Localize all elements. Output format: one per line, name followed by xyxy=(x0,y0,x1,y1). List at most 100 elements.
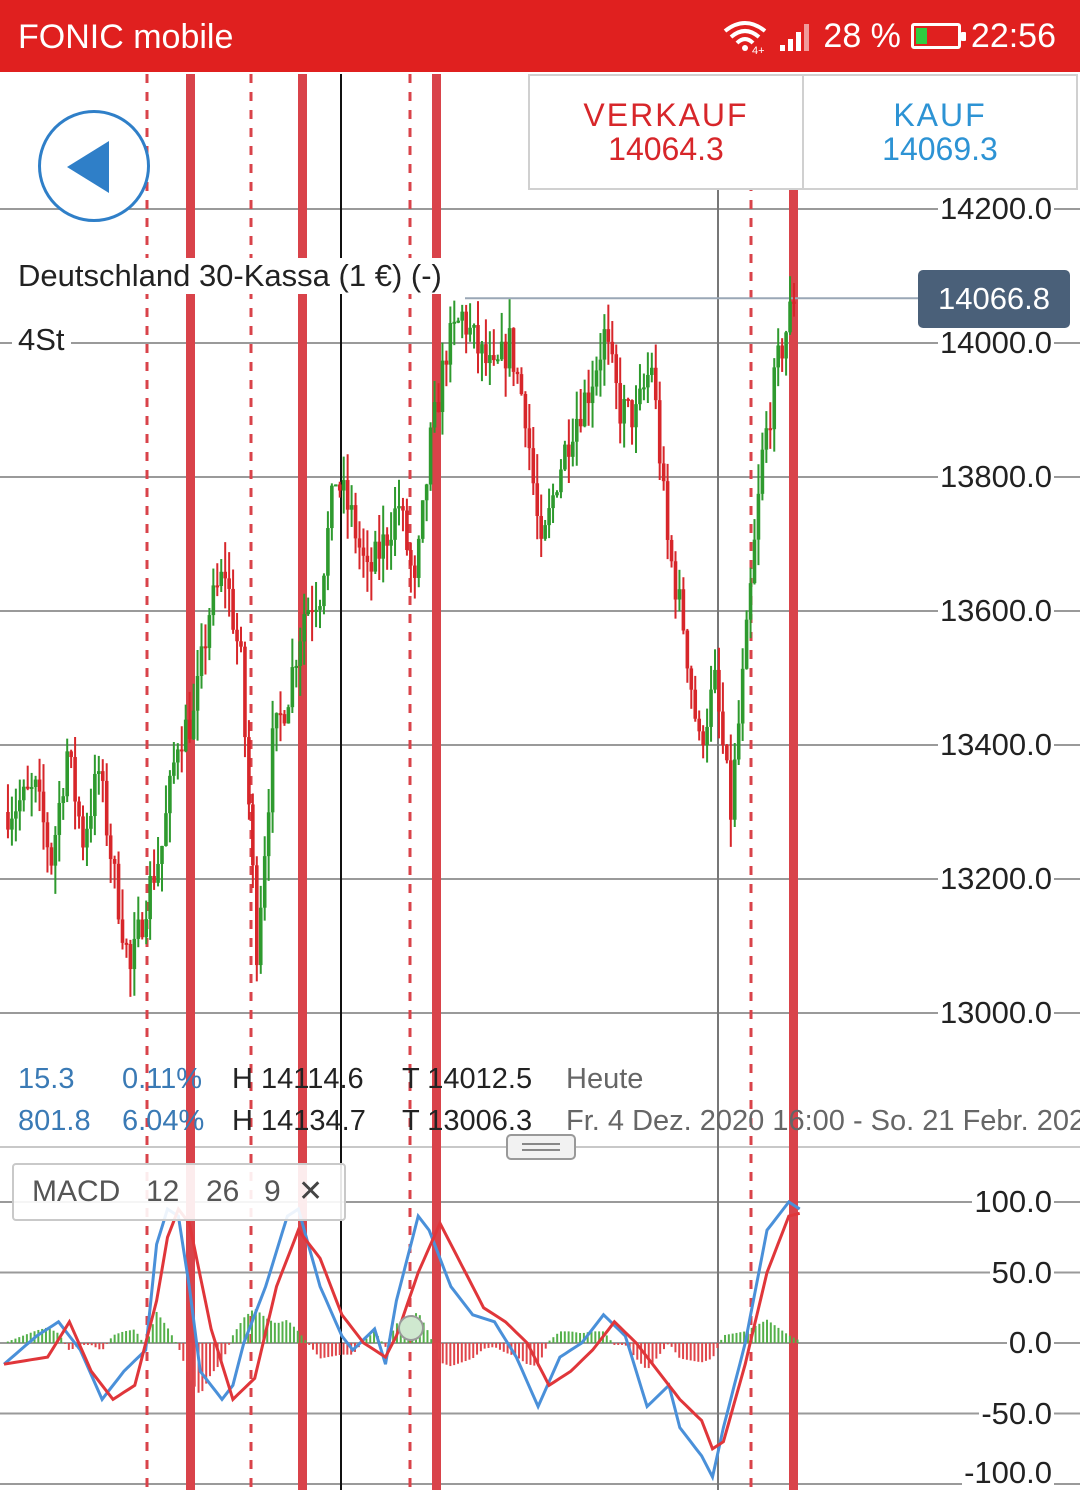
candle-body xyxy=(685,630,690,669)
sell-button[interactable]: VERKAUF 14064.3 xyxy=(530,76,802,188)
y-axis-label: 50.0 xyxy=(989,1254,1054,1290)
candle-body xyxy=(10,818,14,830)
candle-body xyxy=(748,583,753,620)
period-high: H 14134.7 xyxy=(232,1105,366,1137)
signal-icon xyxy=(780,24,810,51)
candle-body xyxy=(77,801,81,817)
candle-body xyxy=(756,493,761,540)
buy-label: KAUF xyxy=(893,97,987,133)
candle-body xyxy=(397,506,401,509)
candle-body xyxy=(247,737,251,805)
candle-body xyxy=(416,538,421,578)
candle-body xyxy=(760,449,765,494)
candle-body xyxy=(207,615,212,648)
candle-body xyxy=(57,802,62,835)
y-axis-label: 14000.0 xyxy=(937,325,1054,360)
period-change-pct: 6.04% xyxy=(122,1105,205,1137)
candle-body xyxy=(638,388,642,405)
candle-body xyxy=(440,360,445,413)
candle-body xyxy=(650,367,654,375)
candle-body xyxy=(661,463,666,482)
candle-body xyxy=(349,505,354,510)
candle-body xyxy=(503,341,508,369)
candle-body xyxy=(413,565,417,578)
candle-body xyxy=(156,863,160,883)
candle-body xyxy=(365,555,370,563)
candle-body xyxy=(262,856,267,908)
timeframe-label[interactable]: 4St xyxy=(12,322,71,358)
candle-body xyxy=(6,812,10,830)
candle-body xyxy=(606,329,611,342)
candle-body xyxy=(290,667,295,708)
candle-body xyxy=(353,505,358,539)
candle-body xyxy=(18,800,22,812)
indicator-param-fast: 12 xyxy=(146,1175,180,1208)
candle-body xyxy=(41,791,46,823)
candle-body xyxy=(108,835,113,860)
candle-body xyxy=(614,354,619,384)
candle-body xyxy=(330,485,334,529)
candle-body xyxy=(705,726,709,746)
candle-body xyxy=(697,718,701,732)
candle-body xyxy=(776,345,780,368)
candle-body xyxy=(235,629,239,642)
candle-body xyxy=(164,813,168,846)
status-bar: FONIC mobile 4+ 28 % 22:56 xyxy=(0,0,1080,72)
candle-body xyxy=(112,859,117,864)
candle-body xyxy=(571,441,575,457)
candle-body xyxy=(377,541,382,559)
candle-body xyxy=(227,578,231,589)
buy-button[interactable]: KAUF 14069.3 xyxy=(802,76,1076,188)
period-change: 801.8 xyxy=(18,1105,91,1137)
candle-body xyxy=(61,796,66,803)
candle-body xyxy=(729,760,733,820)
y-axis-label: -100.0 xyxy=(962,1455,1054,1490)
candle-body xyxy=(369,562,374,572)
indicator-label[interactable]: MACD 12 26 9 ✕ xyxy=(12,1163,346,1221)
y-axis-label: 100.0 xyxy=(972,1184,1054,1219)
y-axis-label: 13200.0 xyxy=(937,861,1054,896)
candle-body xyxy=(116,863,121,920)
y-axis-label: 14200.0 xyxy=(937,191,1054,226)
candle-body xyxy=(266,812,271,857)
pane-resize-handle[interactable] xyxy=(506,1134,576,1160)
close-icon[interactable]: ✕ xyxy=(298,1165,323,1219)
candle-body xyxy=(152,876,156,883)
candle-body xyxy=(626,398,630,401)
candle-body xyxy=(334,484,338,487)
candle-body xyxy=(53,834,58,866)
candle-body xyxy=(282,714,287,724)
candle-body xyxy=(717,669,721,712)
candle-body xyxy=(195,675,200,711)
candle-body xyxy=(385,534,389,546)
candle-body xyxy=(574,418,579,442)
candle-body xyxy=(610,341,615,355)
sell-price: 14064.3 xyxy=(608,131,724,167)
sell-label: VERKAUF xyxy=(583,97,749,133)
candle-body xyxy=(258,907,263,966)
candle-body xyxy=(511,328,516,372)
candle-body xyxy=(744,619,749,669)
back-arrow-icon xyxy=(67,141,109,193)
candle-body xyxy=(646,374,650,388)
candle-body xyxy=(598,359,603,371)
candle-body xyxy=(223,571,227,579)
candle-body xyxy=(495,359,500,362)
candle-body xyxy=(420,500,425,539)
candle-body xyxy=(590,386,595,404)
candle-body xyxy=(618,383,622,424)
candle-body xyxy=(709,689,713,727)
back-button[interactable] xyxy=(38,110,150,222)
candle-body xyxy=(689,668,694,690)
candle-body xyxy=(527,428,532,449)
wifi-icon: 4+ xyxy=(724,21,767,55)
candle-body xyxy=(622,398,626,424)
clock: 22:56 xyxy=(970,16,1056,55)
candle-body xyxy=(286,707,291,724)
candle-body xyxy=(215,585,220,588)
candle-body xyxy=(452,321,457,324)
y-axis-label: 13800.0 xyxy=(937,459,1054,494)
candle-body xyxy=(551,495,555,509)
candle-body xyxy=(255,865,259,966)
candle-body xyxy=(523,394,528,429)
